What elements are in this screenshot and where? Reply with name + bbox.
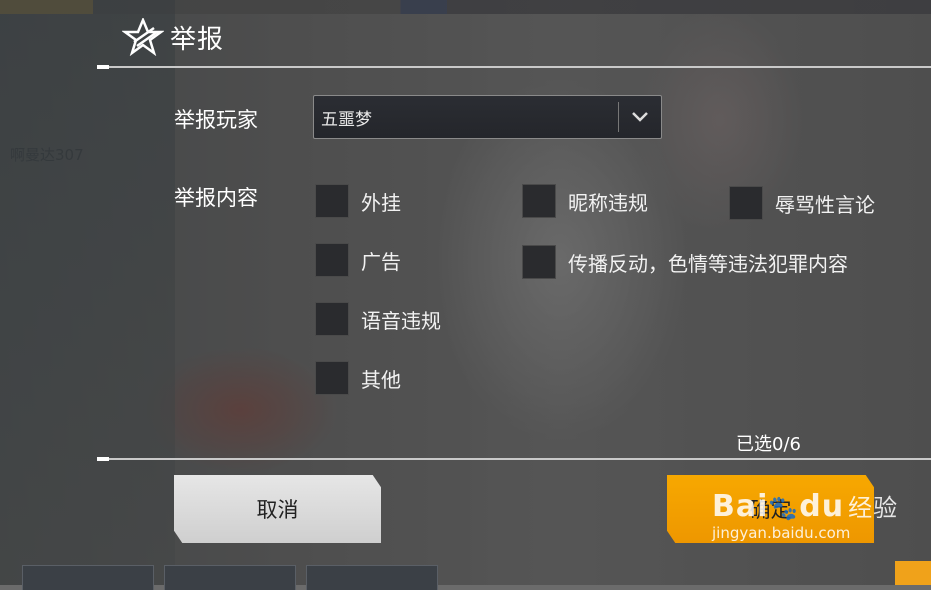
game-logo-icon — [122, 18, 164, 56]
report-player-label: 举报玩家 — [174, 108, 258, 132]
header-divider — [97, 65, 931, 69]
option-label: 外挂 — [361, 190, 401, 215]
background-tab — [306, 565, 438, 590]
dialog-header: 举报 — [122, 18, 224, 56]
option-other[interactable]: 其他 — [315, 361, 401, 395]
watermark-brand-cn: 经验 — [848, 494, 899, 522]
footer-divider — [97, 457, 931, 461]
background-corner-button — [895, 561, 931, 585]
option-label: 昵称违规 — [568, 190, 648, 215]
option-label: 其他 — [361, 367, 401, 392]
watermark-brand-left: Bai — [712, 489, 769, 524]
option-label: 广告 — [361, 249, 401, 274]
watermark-url: jingyan.baidu.com — [712, 524, 851, 542]
chevron-down-icon[interactable] — [619, 111, 661, 123]
player-select-value: 五噩梦 — [321, 109, 372, 130]
option-voice-violation[interactable]: 语音违规 — [315, 302, 441, 336]
baidu-watermark: Bai🐾du 经验 jingyan.baidu.com — [712, 488, 898, 542]
checkbox[interactable] — [315, 302, 349, 336]
background-bottom-tabs — [0, 563, 931, 590]
option-cheat[interactable]: 外挂 — [315, 184, 401, 218]
watermark-brand: Bai🐾du 经验 — [712, 488, 898, 524]
option-abusive-speech[interactable]: 辱骂性言论 — [729, 186, 875, 220]
background-tab — [22, 565, 154, 590]
checkbox[interactable] — [315, 361, 349, 395]
player-select[interactable]: 五噩梦 — [313, 95, 662, 139]
option-illegal-content[interactable]: 传播反动，色情等违法犯罪内容 — [522, 245, 848, 279]
checkbox[interactable] — [522, 245, 556, 279]
option-advertising[interactable]: 广告 — [315, 243, 401, 277]
checkbox[interactable] — [729, 186, 763, 220]
option-label: 传播反动，色情等违法犯罪内容 — [568, 251, 848, 276]
paw-icon: 🐾 — [768, 494, 800, 522]
selected-count: 已选0/6 — [736, 434, 801, 455]
report-content-label: 举报内容 — [174, 186, 258, 210]
option-label: 语音违规 — [361, 308, 441, 333]
cancel-button[interactable]: 取消 — [174, 475, 381, 543]
dialog-title: 举报 — [170, 24, 225, 55]
background-tab — [164, 565, 296, 590]
watermark-brand-right: du — [799, 489, 845, 524]
option-nickname-violation[interactable]: 昵称违规 — [522, 184, 648, 218]
checkbox[interactable] — [315, 184, 349, 218]
checkbox[interactable] — [315, 243, 349, 277]
checkbox[interactable] — [522, 184, 556, 218]
option-label: 辱骂性言论 — [775, 192, 875, 217]
